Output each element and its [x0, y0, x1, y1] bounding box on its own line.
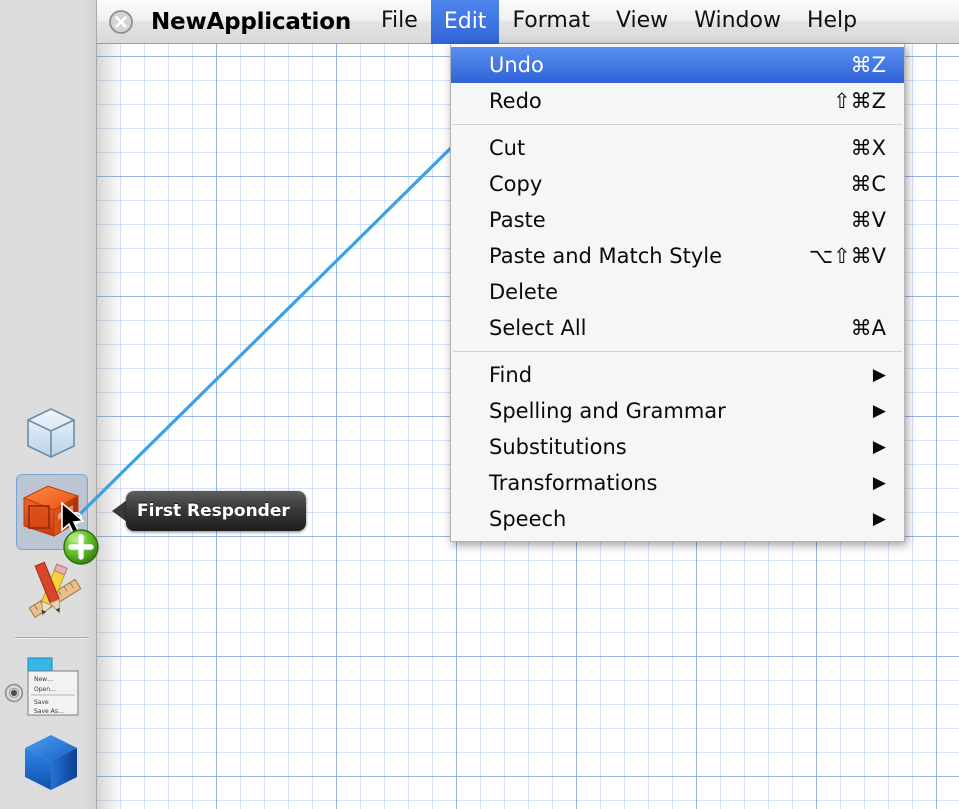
menu-item-shortcut: ⌘X: [851, 136, 886, 160]
tooltip: First Responder: [112, 491, 306, 531]
menu-item-find[interactable]: Find ▶: [451, 357, 904, 393]
menu-item-label: Speech: [489, 507, 873, 531]
placeholder-cube-icon: [18, 400, 84, 466]
sidebar-item-main-menu[interactable]: New… Open… Save Save As…: [26, 657, 84, 719]
menu-separator: [453, 124, 902, 125]
menubar-item-view[interactable]: View: [603, 0, 681, 44]
menu-item-label: Undo: [489, 53, 851, 77]
menu-item-label: Transformations: [489, 471, 873, 495]
app-title: NewApplication: [151, 9, 351, 35]
menu-item-redo[interactable]: Redo ⇧⌘Z: [451, 83, 904, 119]
menu-icon-entry-open: Open…: [34, 686, 56, 693]
menu-separator: [453, 351, 902, 352]
submenu-arrow-icon: ▶: [873, 511, 886, 528]
menu-icon-entry-new: New…: [34, 676, 53, 683]
menu-item-shortcut: ⌘V: [851, 208, 886, 232]
menu-item-speech[interactable]: Speech ▶: [451, 501, 904, 537]
menu-item-label: Spelling and Grammar: [489, 399, 873, 423]
menubar-item-format[interactable]: Format: [499, 0, 603, 44]
menu-item-label: Find: [489, 363, 873, 387]
menu-item-label: Copy: [489, 172, 850, 196]
menu-icon-entry-save: Save: [34, 699, 49, 706]
menu-item-select-all[interactable]: Select All ⌘A: [451, 310, 904, 346]
menu-item-label: Paste and Match Style: [489, 244, 809, 268]
menu-item-shortcut: ⌘A: [851, 316, 886, 340]
menu-item-shortcut: ⌘Z: [851, 53, 886, 77]
window-cube-icon: [18, 730, 84, 796]
menu-bar[interactable]: NewApplication File Edit Format View Win…: [97, 0, 959, 44]
menu-item-label: Select All: [489, 316, 851, 340]
application-window: New… Open… Save Save As…: [0, 0, 959, 809]
submenu-arrow-icon: ▶: [873, 475, 886, 492]
menu-item-shortcut: ⌥⇧⌘V: [809, 244, 886, 268]
menu-item-undo[interactable]: Undo ⌘Z: [451, 47, 904, 83]
menu-item-delete[interactable]: Delete: [451, 274, 904, 310]
menu-item-substitutions[interactable]: Substitutions ▶: [451, 429, 904, 465]
edit-menu-dropdown[interactable]: Undo ⌘Z Redo ⇧⌘Z Cut ⌘X Copy ⌘C Paste ⌘V…: [450, 44, 905, 542]
sidebar-divider: [15, 637, 89, 639]
sidebar-item-window[interactable]: [18, 730, 84, 796]
add-connection-badge: [62, 528, 100, 566]
menu-item-label: Cut: [489, 136, 851, 160]
menu-item-shortcut: ⇧⌘Z: [833, 89, 886, 113]
menu-item-shortcut: ⌘C: [850, 172, 886, 196]
object-dock-sidebar[interactable]: New… Open… Save Save As…: [0, 0, 97, 809]
menu-item-label: Paste: [489, 208, 851, 232]
menubar-item-help[interactable]: Help: [794, 0, 870, 44]
main-menu-icon: New… Open… Save Save As…: [26, 657, 84, 719]
menu-item-transformations[interactable]: Transformations ▶: [451, 465, 904, 501]
menu-item-spelling-and-grammar[interactable]: Spelling and Grammar ▶: [451, 393, 904, 429]
tooltip-label: First Responder: [126, 491, 306, 531]
menu-item-label: Delete: [489, 280, 886, 304]
submenu-arrow-icon: ▶: [873, 367, 886, 384]
tooltip-arrow-icon: [112, 500, 127, 522]
submenu-arrow-icon: ▶: [873, 403, 886, 420]
selection-radio-icon[interactable]: [4, 683, 24, 703]
menu-item-label: Substitutions: [489, 435, 873, 459]
menu-item-copy[interactable]: Copy ⌘C: [451, 166, 904, 202]
menu-icon-entry-saveas: Save As…: [34, 708, 64, 715]
menubar-item-edit[interactable]: Edit: [431, 0, 500, 44]
menu-item-paste[interactable]: Paste ⌘V: [451, 202, 904, 238]
menu-item-label: Redo: [489, 89, 833, 113]
menubar-item-file[interactable]: File: [368, 0, 431, 44]
close-icon[interactable]: [108, 9, 134, 35]
submenu-arrow-icon: ▶: [873, 439, 886, 456]
menu-item-cut[interactable]: Cut ⌘X: [451, 130, 904, 166]
menubar-item-window[interactable]: Window: [681, 0, 794, 44]
menu-item-paste-and-match-style[interactable]: Paste and Match Style ⌥⇧⌘V: [451, 238, 904, 274]
canvas-inner-shadow: [97, 44, 123, 809]
sidebar-item-placeholder[interactable]: [18, 400, 84, 466]
